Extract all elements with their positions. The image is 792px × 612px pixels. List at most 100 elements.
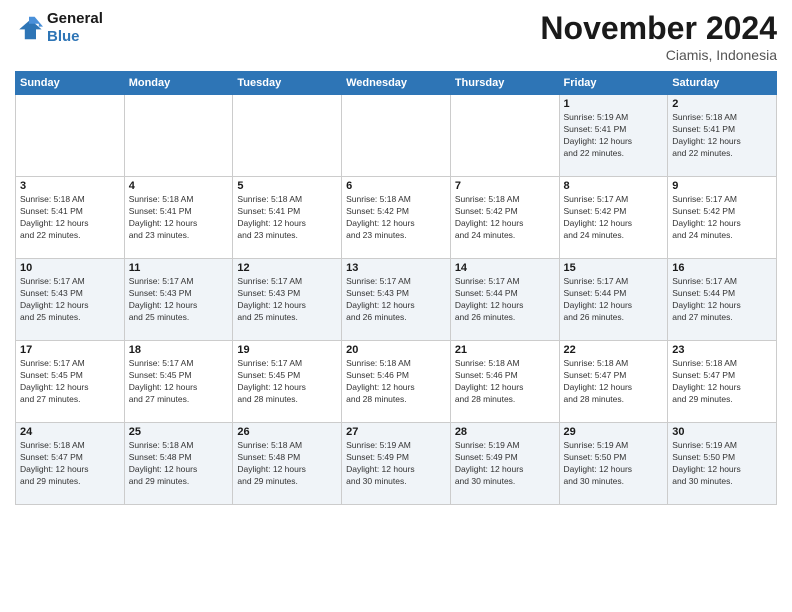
- day-info: Sunrise: 5:18 AMSunset: 5:42 PMDaylight:…: [346, 194, 446, 242]
- day-info: Sunrise: 5:19 AMSunset: 5:49 PMDaylight:…: [455, 440, 555, 488]
- calendar-cell: 20 Sunrise: 5:18 AMSunset: 5:46 PMDayligh…: [342, 341, 451, 423]
- day-number: 12: [237, 262, 337, 274]
- calendar-cell: 27 Sunrise: 5:19 AMSunset: 5:49 PMDayligh…: [342, 423, 451, 505]
- day-number: 17: [20, 344, 120, 356]
- day-number: 7: [455, 180, 555, 192]
- day-number: 23: [672, 344, 772, 356]
- logo: General Blue: [15, 10, 103, 46]
- day-info: Sunrise: 5:17 AMSunset: 5:43 PMDaylight:…: [237, 276, 337, 324]
- day-number: 29: [564, 426, 664, 438]
- day-number: 25: [129, 426, 229, 438]
- day-info: Sunrise: 5:17 AMSunset: 5:43 PMDaylight:…: [129, 276, 229, 324]
- calendar-cell: 2 Sunrise: 5:18 AMSunset: 5:41 PMDaylight…: [668, 95, 777, 177]
- subtitle: Ciamis, Indonesia: [540, 47, 777, 63]
- day-number: 16: [672, 262, 772, 274]
- day-number: 20: [346, 344, 446, 356]
- calendar-cell: 6 Sunrise: 5:18 AMSunset: 5:42 PMDaylight…: [342, 177, 451, 259]
- day-info: Sunrise: 5:18 AMSunset: 5:47 PMDaylight:…: [564, 358, 664, 406]
- day-info: Sunrise: 5:18 AMSunset: 5:47 PMDaylight:…: [20, 440, 120, 488]
- calendar-cell: [233, 95, 342, 177]
- col-friday: Friday: [559, 72, 668, 95]
- title-block: November 2024 Ciamis, Indonesia: [540, 10, 777, 63]
- week-row-1: 1Sunrise: 5:19 AMSunset: 5:41 PMDaylight…: [16, 95, 777, 177]
- calendar-cell: 3Sunrise: 5:18 AMSunset: 5:41 PMDaylight…: [16, 177, 125, 259]
- calendar-cell: 22 Sunrise: 5:18 AMSunset: 5:47 PMDayligh…: [559, 341, 668, 423]
- calendar-cell: 16 Sunrise: 5:17 AMSunset: 5:44 PMDayligh…: [668, 259, 777, 341]
- calendar-cell: 8Sunrise: 5:17 AMSunset: 5:42 PMDaylight…: [559, 177, 668, 259]
- day-number: 8: [564, 180, 664, 192]
- calendar-cell: 26 Sunrise: 5:18 AMSunset: 5:48 PMDayligh…: [233, 423, 342, 505]
- day-number: 26: [237, 426, 337, 438]
- day-number: 5: [237, 180, 337, 192]
- day-info: Sunrise: 5:18 AMSunset: 5:47 PMDaylight:…: [672, 358, 772, 406]
- col-thursday: Thursday: [450, 72, 559, 95]
- calendar-cell: 30Sunrise: 5:19 AMSunset: 5:50 PMDayligh…: [668, 423, 777, 505]
- col-saturday: Saturday: [668, 72, 777, 95]
- day-number: 27: [346, 426, 446, 438]
- calendar-cell: 9 Sunrise: 5:17 AMSunset: 5:42 PMDaylight…: [668, 177, 777, 259]
- calendar-cell: 17Sunrise: 5:17 AMSunset: 5:45 PMDayligh…: [16, 341, 125, 423]
- calendar-table: Sunday Monday Tuesday Wednesday Thursday…: [15, 71, 777, 505]
- day-info: Sunrise: 5:17 AMSunset: 5:42 PMDaylight:…: [672, 194, 772, 242]
- header: General Blue November 2024 Ciamis, Indon…: [15, 10, 777, 63]
- calendar-cell: 28Sunrise: 5:19 AMSunset: 5:49 PMDayligh…: [450, 423, 559, 505]
- calendar-cell: [450, 95, 559, 177]
- calendar-cell: 13 Sunrise: 5:17 AMSunset: 5:43 PMDayligh…: [342, 259, 451, 341]
- calendar-cell: 12 Sunrise: 5:17 AMSunset: 5:43 PMDayligh…: [233, 259, 342, 341]
- calendar-cell: 24Sunrise: 5:18 AMSunset: 5:47 PMDayligh…: [16, 423, 125, 505]
- calendar-cell: 7 Sunrise: 5:18 AMSunset: 5:42 PMDaylight…: [450, 177, 559, 259]
- calendar-body: 1Sunrise: 5:19 AMSunset: 5:41 PMDaylight…: [16, 95, 777, 505]
- calendar-cell: 11 Sunrise: 5:17 AMSunset: 5:43 PMDayligh…: [124, 259, 233, 341]
- col-tuesday: Tuesday: [233, 72, 342, 95]
- day-info: Sunrise: 5:18 AMSunset: 5:41 PMDaylight:…: [237, 194, 337, 242]
- day-number: 2: [672, 98, 772, 110]
- day-info: Sunrise: 5:18 AMSunset: 5:41 PMDaylight:…: [20, 194, 120, 242]
- day-number: 6: [346, 180, 446, 192]
- day-info: Sunrise: 5:17 AMSunset: 5:43 PMDaylight:…: [20, 276, 120, 324]
- calendar-cell: 15 Sunrise: 5:17 AMSunset: 5:44 PMDayligh…: [559, 259, 668, 341]
- calendar-cell: [124, 95, 233, 177]
- month-title: November 2024: [540, 10, 777, 47]
- day-info: Sunrise: 5:19 AMSunset: 5:49 PMDaylight:…: [346, 440, 446, 488]
- day-info: Sunrise: 5:18 AMSunset: 5:48 PMDaylight:…: [129, 440, 229, 488]
- day-info: Sunrise: 5:18 AMSunset: 5:46 PMDaylight:…: [455, 358, 555, 406]
- calendar-cell: 10Sunrise: 5:17 AMSunset: 5:43 PMDayligh…: [16, 259, 125, 341]
- day-number: 18: [129, 344, 229, 356]
- day-info: Sunrise: 5:17 AMSunset: 5:44 PMDaylight:…: [672, 276, 772, 324]
- day-info: Sunrise: 5:19 AMSunset: 5:50 PMDaylight:…: [564, 440, 664, 488]
- logo-text: General Blue: [47, 10, 103, 46]
- day-info: Sunrise: 5:17 AMSunset: 5:44 PMDaylight:…: [564, 276, 664, 324]
- calendar-cell: [342, 95, 451, 177]
- col-monday: Monday: [124, 72, 233, 95]
- page-container: General Blue November 2024 Ciamis, Indon…: [0, 0, 792, 515]
- day-number: 21: [455, 344, 555, 356]
- logo-icon: [15, 14, 43, 42]
- calendar-cell: 4 Sunrise: 5:18 AMSunset: 5:41 PMDaylight…: [124, 177, 233, 259]
- calendar-cell: 14Sunrise: 5:17 AMSunset: 5:44 PMDayligh…: [450, 259, 559, 341]
- calendar-cell: 19Sunrise: 5:17 AMSunset: 5:45 PMDayligh…: [233, 341, 342, 423]
- day-info: Sunrise: 5:19 AMSunset: 5:41 PMDaylight:…: [564, 112, 664, 160]
- calendar-cell: 5 Sunrise: 5:18 AMSunset: 5:41 PMDaylight…: [233, 177, 342, 259]
- day-number: 19: [237, 344, 337, 356]
- day-info: Sunrise: 5:18 AMSunset: 5:41 PMDaylight:…: [129, 194, 229, 242]
- week-row-2: 3Sunrise: 5:18 AMSunset: 5:41 PMDaylight…: [16, 177, 777, 259]
- day-info: Sunrise: 5:18 AMSunset: 5:48 PMDaylight:…: [237, 440, 337, 488]
- calendar-cell: 25 Sunrise: 5:18 AMSunset: 5:48 PMDayligh…: [124, 423, 233, 505]
- day-number: 13: [346, 262, 446, 274]
- day-info: Sunrise: 5:18 AMSunset: 5:41 PMDaylight:…: [672, 112, 772, 160]
- day-number: 15: [564, 262, 664, 274]
- calendar-cell: 1Sunrise: 5:19 AMSunset: 5:41 PMDaylight…: [559, 95, 668, 177]
- day-number: 22: [564, 344, 664, 356]
- day-number: 11: [129, 262, 229, 274]
- day-number: 4: [129, 180, 229, 192]
- day-number: 14: [455, 262, 555, 274]
- day-info: Sunrise: 5:17 AMSunset: 5:45 PMDaylight:…: [129, 358, 229, 406]
- day-number: 30: [672, 426, 772, 438]
- calendar-cell: 18 Sunrise: 5:17 AMSunset: 5:45 PMDayligh…: [124, 341, 233, 423]
- calendar-cell: [16, 95, 125, 177]
- day-info: Sunrise: 5:18 AMSunset: 5:42 PMDaylight:…: [455, 194, 555, 242]
- day-info: Sunrise: 5:17 AMSunset: 5:43 PMDaylight:…: [346, 276, 446, 324]
- week-row-3: 10Sunrise: 5:17 AMSunset: 5:43 PMDayligh…: [16, 259, 777, 341]
- day-info: Sunrise: 5:18 AMSunset: 5:46 PMDaylight:…: [346, 358, 446, 406]
- day-number: 9: [672, 180, 772, 192]
